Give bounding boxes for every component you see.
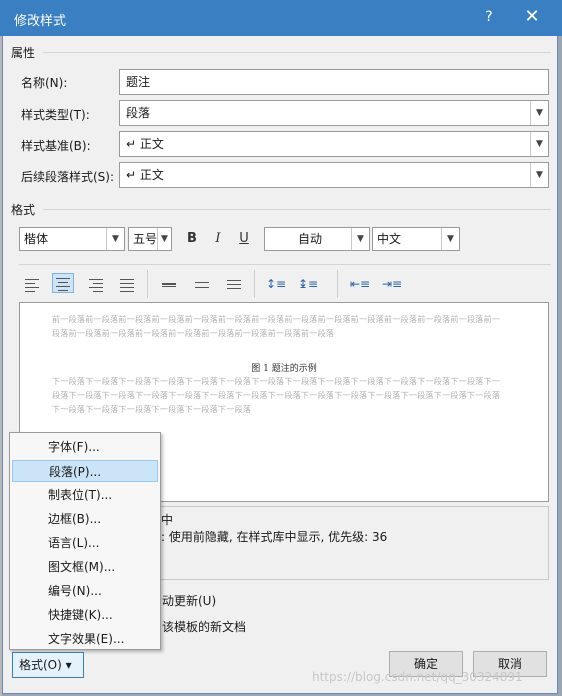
based-on-value: ↵ 正文 bbox=[126, 137, 164, 151]
color-value: 自动 bbox=[297, 232, 322, 246]
next-style-value: ↵ 正文 bbox=[126, 168, 164, 182]
format-divider bbox=[43, 209, 551, 210]
one-half-spacing-icon[interactable] bbox=[191, 274, 213, 294]
toolbar-divider bbox=[19, 264, 551, 265]
style-type-select[interactable]: 段落 ▼ bbox=[119, 100, 549, 126]
align-center-icon[interactable] bbox=[52, 273, 74, 293]
menu-item-shortcut-key[interactable]: 快捷键(K)... bbox=[12, 604, 158, 626]
menu-item-numbering[interactable]: 编号(N)... bbox=[12, 580, 158, 602]
name-input[interactable]: 题注 bbox=[119, 69, 549, 95]
style-type-value: 段落 bbox=[126, 106, 151, 120]
script-select[interactable]: 中文 ▼ bbox=[372, 227, 460, 251]
description-line-1: 中 bbox=[161, 513, 174, 527]
menu-item-paragraph[interactable]: 段落(P)... bbox=[12, 460, 158, 482]
decrease-indent-icon[interactable]: ⇤≡ bbox=[349, 273, 371, 295]
preview-previous-paragraph: 前一段落前一段落前一段落前一段落前一段落前一段落前一段落前一段落前一段落前一段落… bbox=[52, 315, 501, 338]
watermark-text: https://blog.csdn.net/qq_30324891 bbox=[312, 670, 523, 684]
chevron-down-icon[interactable]: ▼ bbox=[441, 228, 459, 250]
align-left-icon[interactable] bbox=[21, 274, 43, 294]
based-on-select[interactable]: ↵ 正文 ▼ bbox=[119, 131, 549, 157]
align-right-icon[interactable] bbox=[85, 274, 107, 294]
description-line-2: : 使用前隐藏, 在样式库中显示, 优先级: 36 bbox=[161, 530, 388, 544]
title-bar: 修改样式 ? ✕ bbox=[0, 0, 562, 36]
based-on-label: 样式基准(B): bbox=[21, 139, 91, 153]
size-value: 五号 bbox=[133, 232, 158, 246]
dialog-title: 修改样式 bbox=[14, 14, 67, 29]
next-style-select[interactable]: ↵ 正文 ▼ bbox=[119, 162, 549, 188]
chevron-down-icon[interactable]: ▼ bbox=[351, 228, 369, 250]
chevron-down-icon[interactable]: ▼ bbox=[530, 132, 548, 156]
increase-spacing-icon[interactable]: ↕≡ bbox=[265, 273, 287, 295]
name-label: 名称(N): bbox=[21, 76, 68, 90]
chevron-down-icon[interactable]: ▼ bbox=[106, 228, 124, 250]
italic-button[interactable]: I bbox=[207, 228, 229, 250]
help-button[interactable]: ? bbox=[478, 6, 500, 28]
toolbar-separator bbox=[147, 270, 148, 298]
menu-item-border[interactable]: 边框(B)... bbox=[12, 508, 158, 530]
single-spacing-icon[interactable] bbox=[158, 274, 180, 294]
style-type-label: 样式类型(T): bbox=[21, 108, 90, 122]
bold-button[interactable]: B bbox=[181, 228, 203, 250]
chevron-down-icon[interactable]: ▼ bbox=[157, 228, 171, 250]
justify-icon[interactable] bbox=[116, 274, 138, 294]
auto-update-checkbox-label[interactable]: 动更新(U) bbox=[162, 592, 216, 609]
new-documents-option-label[interactable]: 该模板的新文档 bbox=[162, 618, 246, 635]
properties-divider bbox=[43, 52, 551, 53]
name-value: 题注 bbox=[126, 75, 151, 89]
chevron-down-icon[interactable]: ▼ bbox=[530, 163, 548, 187]
preview-next-paragraph: 下一段落下一段落下一段落下一段落下一段落下一段落下一段落下一段落下一段落下一段落… bbox=[52, 377, 501, 414]
menu-item-font[interactable]: 字体(F)... bbox=[12, 436, 158, 458]
preview-caption: 图 1 题注的示例 bbox=[251, 364, 317, 374]
format-button[interactable]: 格式(O) ▾ bbox=[12, 652, 84, 678]
close-button[interactable]: ✕ bbox=[520, 6, 544, 30]
menu-item-text-effects[interactable]: 文字效果(E)... bbox=[12, 628, 158, 650]
font-select[interactable]: 楷体 ▼ bbox=[19, 227, 125, 251]
format-heading: 格式 bbox=[11, 203, 36, 217]
menu-item-tabs[interactable]: 制表位(T)... bbox=[12, 484, 158, 506]
underline-button[interactable]: U bbox=[233, 228, 255, 250]
properties-heading: 属性 bbox=[11, 46, 36, 60]
chevron-down-icon[interactable]: ▼ bbox=[530, 101, 548, 125]
double-spacing-icon[interactable] bbox=[223, 274, 245, 294]
menu-item-language[interactable]: 语言(L)... bbox=[12, 532, 158, 554]
increase-indent-icon[interactable]: ⇥≡ bbox=[381, 273, 403, 295]
font-value: 楷体 bbox=[24, 232, 49, 246]
decrease-spacing-icon[interactable]: ↨≡ bbox=[297, 273, 319, 295]
format-menu: 字体(F)... 段落(P)... 制表位(T)... 边框(B)... 语言(… bbox=[9, 432, 161, 650]
menu-item-frame[interactable]: 图文框(M)... bbox=[12, 556, 158, 578]
toolbar-separator bbox=[337, 270, 338, 298]
next-style-label: 后续段落样式(S): bbox=[21, 170, 115, 184]
script-value: 中文 bbox=[377, 232, 402, 246]
color-select[interactable]: 自动 ▼ bbox=[264, 227, 370, 251]
toolbar-separator bbox=[254, 270, 255, 298]
size-select[interactable]: 五号 ▼ bbox=[128, 227, 172, 251]
